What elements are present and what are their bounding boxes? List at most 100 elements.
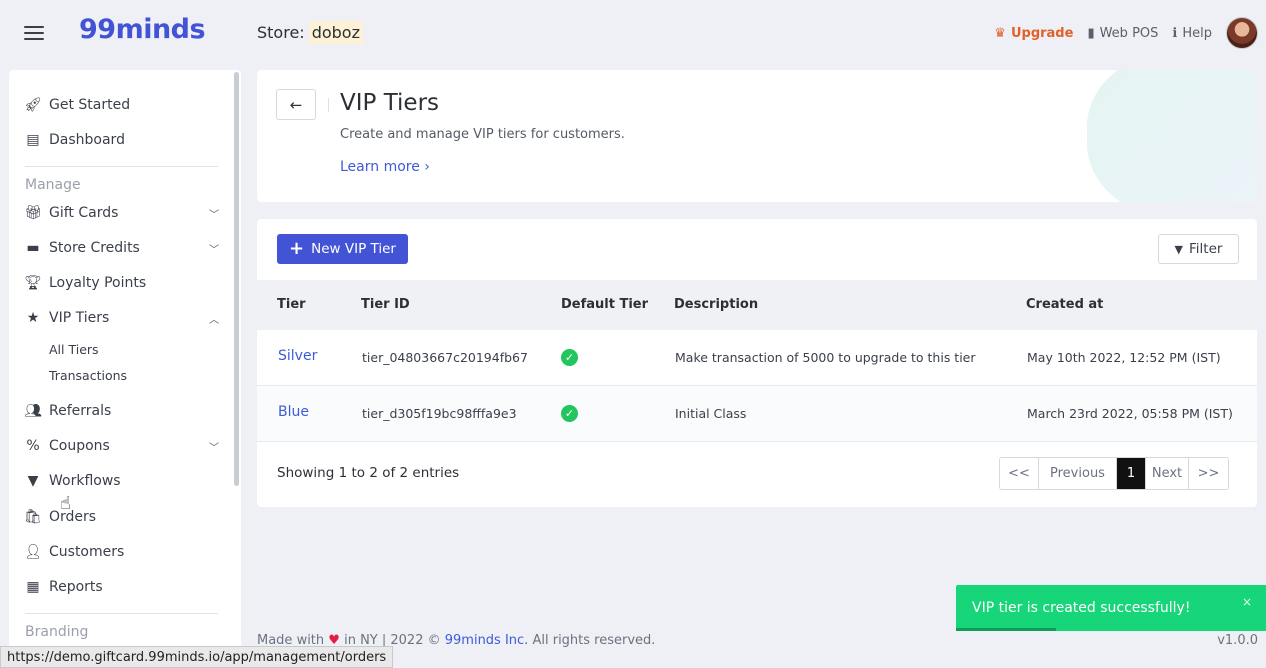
sidebar-item-reports[interactable]: ▦ Reports (24, 575, 219, 599)
pos-terminal-icon: ▮ (1087, 25, 1095, 41)
chevron-down-icon: ﹀ (209, 442, 219, 454)
tier-created-at: May 10th 2022, 12:52 PM (IST) (1027, 350, 1221, 365)
store-icon: ▬ (26, 240, 40, 256)
upgrade-label: Upgrade (1010, 25, 1074, 41)
previous-page-button[interactable]: Previous (1039, 458, 1117, 489)
tier-id: tier_d305f19bc98fffa9e3 (362, 406, 517, 421)
sidebar-item-store-credits[interactable]: ▬ Store Credits ﹀ (24, 236, 219, 260)
tier-description: Initial Class (675, 406, 747, 421)
tier-id: tier_04803667c20194fb67 (362, 350, 528, 365)
sidebar-divider (25, 613, 218, 614)
browser-status-url: https://demo.giftcard.99minds.io/app/man… (0, 646, 394, 668)
sidebar-subitem-transactions[interactable]: Transactions (49, 368, 127, 383)
page-title: VIP Tiers (340, 90, 440, 116)
sidebar-scrollbar[interactable] (234, 72, 239, 486)
sidebar-item-referrals[interactable]: 👥︎ Referrals (24, 399, 219, 423)
header-divider (328, 98, 329, 112)
new-vip-tier-button[interactable]: + New VIP Tier (277, 234, 408, 264)
sidebar-item-dashboard[interactable]: ▤ Dashboard (24, 128, 219, 152)
help-link[interactable]: ℹ Help (1172, 26, 1212, 41)
menu-icon[interactable] (24, 26, 44, 41)
rocket-icon: 🚀︎ (24, 97, 42, 113)
page-subtitle: Create and manage VIP tiers for customer… (340, 127, 625, 142)
store-indicator: Store: doboz (257, 21, 363, 44)
column-header-default-tier[interactable]: Default Tier (561, 297, 648, 312)
entries-summary: Showing 1 to 2 of 2 entries (277, 465, 460, 481)
info-icon: ℹ (1172, 25, 1178, 41)
tier-name-link[interactable]: Silver (278, 348, 317, 364)
sidebar-item-label: Coupons (49, 438, 110, 454)
company-link[interactable]: 99minds Inc. (445, 633, 529, 648)
sidebar-item-label: Orders (49, 509, 97, 525)
decorative-blob (1087, 70, 1257, 202)
sidebar-item-vip-tiers[interactable]: ★ VIP Tiers ︿ (24, 306, 219, 330)
column-header-tier[interactable]: Tier (277, 297, 306, 312)
table-row[interactable]: Silver tier_04803667c20194fb67 ✓ Make tr… (257, 330, 1257, 386)
back-button[interactable]: ← (276, 89, 316, 120)
sidebar-item-label: Dashboard (49, 132, 125, 148)
sidebar-item-label: Get Started (49, 97, 131, 113)
toast-progress-bar (956, 628, 1056, 631)
sidebar-item-label: Loyalty Points (49, 275, 147, 291)
chart-icon: ▤ (26, 132, 40, 148)
brand-logo[interactable]: 99minds (79, 14, 206, 45)
web-pos-label: Web POS (1099, 25, 1159, 41)
column-header-tier-id[interactable]: Tier ID (361, 297, 410, 312)
column-header-created-at[interactable]: Created at (1026, 297, 1103, 312)
table-row[interactable]: Blue tier_d305f19bc98fffa9e3 ✓ Initial C… (257, 386, 1257, 442)
sidebar-item-label: Workflows (49, 473, 121, 489)
filter-button[interactable]: ▼ Filter (1158, 234, 1239, 264)
next-page-button[interactable]: Next (1146, 458, 1189, 489)
sidebar-divider (25, 166, 218, 167)
sidebar-item-get-started[interactable]: 🚀︎ Get Started (24, 93, 219, 117)
sidebar-section-manage: Manage (25, 177, 81, 193)
page-1-button[interactable]: 1 (1117, 458, 1146, 489)
sidebar-item-label: Customers (49, 544, 125, 560)
gift-icon: 🎁︎ (24, 205, 42, 221)
tier-name-link[interactable]: Blue (278, 404, 309, 420)
filter-icon: ▼ (1174, 242, 1184, 256)
tier-description: Make transaction of 5000 to upgrade to t… (675, 350, 976, 365)
sidebar-item-orders[interactable]: 🛍︎ Orders (24, 505, 219, 529)
arrow-left-icon: ← (289, 95, 303, 114)
sidebar-item-gift-cards[interactable]: 🎁︎ Gift Cards ﹀ (24, 201, 219, 225)
sidebar-item-label: Gift Cards (49, 205, 119, 221)
upgrade-link[interactable]: ♛ Upgrade (994, 26, 1073, 41)
sidebar-item-label: Store Credits (49, 240, 140, 256)
web-pos-link[interactable]: ▮ Web POS (1087, 26, 1158, 41)
learn-more-link[interactable]: Learn more › (340, 159, 430, 175)
funnel-icon: ▼ (27, 473, 39, 489)
user-avatar[interactable] (1226, 17, 1258, 49)
column-header-description[interactable]: Description (674, 297, 758, 312)
filter-label: Filter (1189, 241, 1223, 257)
sidebar-item-coupons[interactable]: % Coupons ﹀ (24, 434, 219, 458)
tier-created-at: March 23rd 2022, 05:58 PM (IST) (1027, 406, 1233, 421)
chevron-down-icon: ﹀ (209, 209, 219, 221)
star-icon: ★ (26, 310, 40, 326)
footer-rights: All rights reserved. (532, 633, 656, 648)
last-page-button[interactable]: >> (1189, 458, 1228, 489)
vip-tiers-table-card: + New VIP Tier ▼ Filter Tier Tier ID Def… (257, 219, 1257, 507)
app-version: v1.0.0 (1217, 633, 1258, 648)
sidebar-item-workflows[interactable]: ▼ Workflows (24, 469, 219, 493)
table-header: Tier Tier ID Default Tier Description Cr… (257, 280, 1257, 330)
plus-icon: + (289, 238, 305, 259)
sidebar-item-label: Reports (49, 579, 103, 595)
sidebar-item-label: Referrals (49, 403, 112, 419)
first-page-button[interactable]: << (1000, 458, 1039, 489)
crown-icon: ♛ (994, 25, 1006, 41)
check-circle-icon: ✓ (561, 349, 578, 366)
store-name[interactable]: doboz (308, 21, 363, 44)
user-icon: 👤︎ (24, 544, 42, 560)
shopping-bag-icon: 🛍︎ (24, 509, 42, 525)
close-icon[interactable]: × (1242, 595, 1252, 609)
sidebar: 🚀︎ Get Started ▤ Dashboard Manage 🎁︎ Gif… (9, 70, 241, 668)
trophy-icon: 🏆︎ (24, 275, 42, 291)
store-label: Store: (257, 23, 305, 42)
success-toast: VIP tier is created successfully! × (956, 585, 1266, 631)
sidebar-section-branding: Branding (25, 624, 89, 640)
sidebar-subitem-all-tiers[interactable]: All Tiers (49, 342, 99, 357)
sidebar-item-customers[interactable]: 👤︎ Customers (24, 540, 219, 564)
sidebar-item-loyalty-points[interactable]: 🏆︎ Loyalty Points (24, 271, 219, 295)
help-label: Help (1182, 25, 1212, 41)
